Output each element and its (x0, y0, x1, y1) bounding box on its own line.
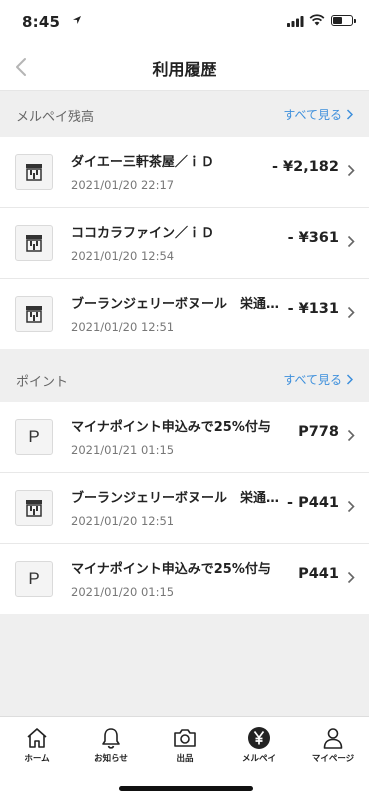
tab-sell[interactable]: 出品 (148, 717, 222, 775)
person-icon (323, 728, 343, 749)
store-icon (15, 296, 53, 332)
transaction-date: 2021/01/20 12:51 (71, 320, 175, 334)
store-icon (15, 490, 53, 526)
tab-mypage[interactable]: マイページ (296, 717, 369, 775)
transaction-amount: P778 (298, 424, 339, 440)
chevron-right-icon (346, 109, 353, 120)
points-list: P マイナポイント申込みで25%付与 2021/01/21 01:15 P778… (0, 402, 369, 614)
points-row[interactable]: P マイナポイント申込みで25%付与 2021/01/20 01:15 P441 (0, 544, 369, 614)
chevron-right-icon (347, 429, 355, 442)
transaction-name: マイナポイント申込みで25%付与 (71, 562, 271, 577)
home-indicator[interactable] (119, 786, 253, 791)
points-section-header: ポイント すべて見る (0, 356, 369, 402)
tab-home-label: ホーム (24, 754, 50, 764)
balance-list: ダイエー三軒茶屋／ｉＤ 2021/01/20 22:17 - ¥2,182 ココ… (0, 137, 369, 349)
point-letter: P (28, 427, 40, 446)
points-row[interactable]: P マイナポイント申込みで25%付与 2021/01/21 01:15 P778 (0, 402, 369, 473)
bell-icon (102, 728, 120, 749)
transaction-amount: - ¥131 (287, 301, 339, 317)
transaction-amount: - ¥2,182 (271, 159, 339, 175)
tab-sell-label: 出品 (176, 754, 194, 764)
points-see-all-link[interactable]: すべて見る (283, 371, 353, 388)
balance-see-all-link[interactable]: すべて見る (283, 106, 353, 123)
balance-row[interactable]: ダイエー三軒茶屋／ｉＤ 2021/01/20 22:17 - ¥2,182 (0, 137, 369, 208)
transaction-name: ブーランジェリーボヌール 栄通… (71, 297, 280, 312)
points-section-title: ポイント (16, 375, 69, 390)
transaction-amount: - P441 (287, 495, 339, 511)
tab-mypage-label: マイページ (311, 754, 355, 764)
chevron-right-icon (347, 235, 355, 248)
chevron-right-icon (346, 374, 353, 385)
status-bar: 8:45 (0, 0, 369, 44)
chevron-right-icon (347, 571, 355, 584)
status-time: 8:45 (22, 13, 61, 31)
page-title: 利用履歴 (152, 60, 217, 79)
point-icon: P (15, 561, 53, 597)
transaction-amount: P441 (298, 566, 339, 582)
balance-section-header: メルペイ残高 すべて見る (0, 91, 369, 137)
point-icon: P (15, 419, 53, 455)
transaction-name: ブーランジェリーボヌール 栄通… (71, 491, 280, 506)
store-icon (15, 225, 53, 261)
transaction-date: 2021/01/20 01:15 (71, 585, 175, 599)
tab-notifications[interactable]: お知らせ (74, 717, 148, 775)
transaction-name: マイナポイント申込みで25%付与 (71, 420, 271, 435)
balance-section-title: メルペイ残高 (16, 110, 95, 125)
balance-see-all-label: すべて見る (283, 108, 342, 122)
tab-merpay[interactable]: メルペイ (222, 717, 296, 775)
chevron-right-icon (347, 306, 355, 319)
transaction-date: 2021/01/20 12:54 (71, 249, 175, 263)
location-arrow-icon (73, 16, 81, 24)
tab-notifications-label: お知らせ (94, 754, 128, 764)
transaction-name: ダイエー三軒茶屋／ｉＤ (71, 155, 214, 170)
balance-row[interactable]: ブーランジェリーボヌール 栄通… 2021/01/20 12:51 - ¥131 (0, 279, 369, 349)
tab-home[interactable]: ホーム (0, 717, 74, 775)
yen-circle-icon (248, 727, 270, 749)
transaction-date: 2021/01/20 12:51 (71, 514, 175, 528)
signal-icon (287, 16, 304, 27)
store-icon (15, 154, 53, 190)
tab-merpay-label: メルペイ (241, 754, 276, 764)
chevron-right-icon (347, 164, 355, 177)
balance-row[interactable]: ココカラファイン／ｉＤ 2021/01/20 12:54 - ¥361 (0, 208, 369, 279)
transaction-date: 2021/01/20 22:17 (71, 178, 175, 192)
nav-bar: 利用履歴 (0, 44, 369, 91)
points-row[interactable]: ブーランジェリーボヌール 栄通… 2021/01/20 12:51 - P441 (0, 473, 369, 544)
transaction-date: 2021/01/21 01:15 (71, 443, 175, 457)
transaction-amount: - ¥361 (287, 230, 339, 246)
chevron-right-icon (347, 500, 355, 513)
camera-icon (174, 729, 196, 747)
home-icon (27, 728, 47, 748)
point-letter: P (28, 569, 40, 588)
wifi-icon (309, 14, 325, 26)
battery-icon (331, 15, 356, 26)
points-see-all-label: すべて見る (283, 373, 342, 387)
transaction-name: ココカラファイン／ｉＤ (71, 226, 215, 241)
